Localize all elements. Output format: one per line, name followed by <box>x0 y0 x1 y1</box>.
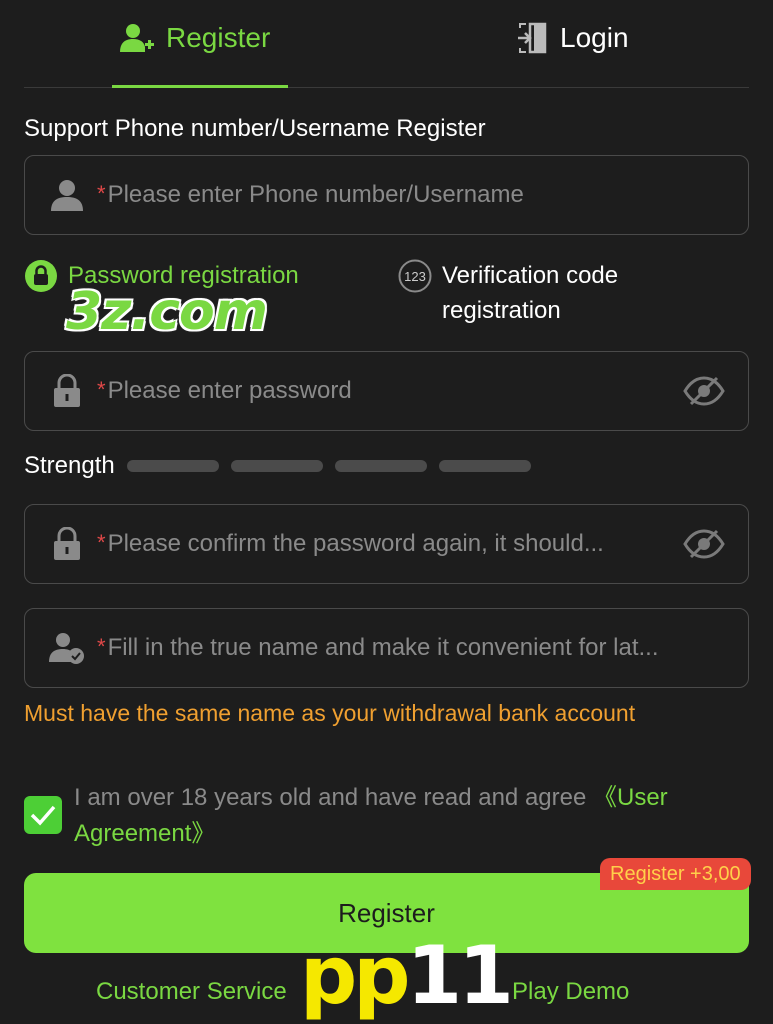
strength-bar <box>230 460 323 472</box>
login-door-icon <box>518 22 547 54</box>
agreement-text: I am over 18 years old and have read and… <box>74 784 593 811</box>
code-badge-text: 123 <box>404 269 426 284</box>
verification-code-label: Verification code registration <box>442 262 619 324</box>
play-demo-link[interactable]: Play Demo <box>512 978 629 1006</box>
password-input[interactable] <box>107 377 672 405</box>
lock-icon <box>49 526 85 562</box>
brand-watermark: pp11 <box>300 928 514 1024</box>
site-watermark: 3z.com <box>66 282 268 342</box>
check-icon <box>30 805 56 826</box>
active-tab-indicator <box>112 85 288 88</box>
register-page: Register Login Support Phone number/User… <box>0 0 773 1024</box>
lock-circle-icon <box>24 259 58 293</box>
auth-tabs: Register Login <box>24 0 749 88</box>
tab-register[interactable]: Register <box>120 22 270 54</box>
required-mark: * <box>97 181 106 206</box>
verification-code-option[interactable]: 123 Verification code registration <box>398 258 698 328</box>
bonus-badge: Register +3,00 <box>600 858 751 890</box>
required-mark: * <box>97 377 106 402</box>
brand-watermark-white: 11 <box>406 929 514 1022</box>
user-verified-icon <box>49 630 85 666</box>
lock-icon <box>49 373 85 409</box>
tab-login[interactable]: Login <box>516 22 629 54</box>
add-user-icon <box>120 24 154 52</box>
section-title: Support Phone number/Username Register <box>24 115 486 142</box>
tab-login-label: Login <box>560 22 629 53</box>
username-input[interactable] <box>107 181 748 209</box>
brand-watermark-yellow: pp <box>300 929 411 1022</box>
required-mark: * <box>97 530 106 555</box>
strength-bar <box>438 460 531 472</box>
username-field[interactable]: * <box>24 155 749 235</box>
password-strength-meter: Strength <box>24 452 543 480</box>
agreement-checkbox[interactable] <box>24 796 62 834</box>
agreement-row: I am over 18 years old and have read and… <box>24 780 749 852</box>
user-icon <box>49 177 85 213</box>
strength-bar <box>126 460 219 472</box>
agreement-text-block: I am over 18 years old and have read and… <box>74 780 734 852</box>
customer-service-link[interactable]: Customer Service <box>96 978 287 1006</box>
real-name-input[interactable] <box>107 634 748 662</box>
real-name-field[interactable]: * <box>24 608 749 688</box>
tab-register-label: Register <box>166 22 271 53</box>
name-warning: Must have the same name as your withdraw… <box>24 700 636 726</box>
required-mark: * <box>97 634 106 659</box>
eye-off-icon[interactable] <box>682 522 726 566</box>
eye-off-icon[interactable] <box>682 369 726 413</box>
code-123-icon: 123 <box>398 259 432 293</box>
strength-bar <box>334 460 427 472</box>
strength-label: Strength <box>24 452 115 479</box>
confirm-password-field[interactable]: * <box>24 504 749 584</box>
password-field[interactable]: * <box>24 351 749 431</box>
confirm-password-input[interactable] <box>107 530 672 558</box>
